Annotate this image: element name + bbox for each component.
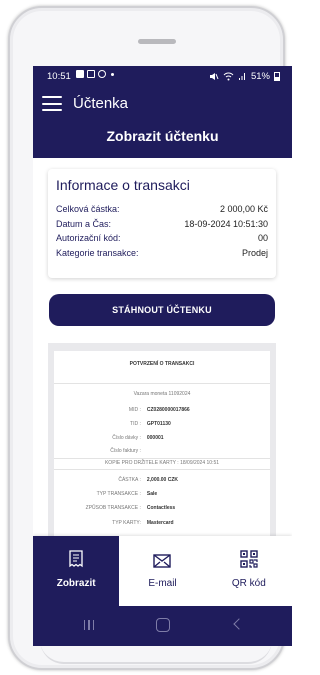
nav-view-label: Zobrazit xyxy=(56,578,96,589)
checkbox-notification-icon xyxy=(87,70,95,78)
status-bar: 10:51 51% xyxy=(33,66,292,88)
receipt-value: 2,000.00 CZK xyxy=(146,477,179,483)
info-value: 18-09-2024 10:51:30 xyxy=(184,218,268,229)
nav-email-label: E-mail xyxy=(148,578,177,589)
receipt-row-mid: MID : CZ0280000017866 xyxy=(54,407,270,413)
phone-frame: 10:51 51% Účtenka Zobrazit účtenku Infor… xyxy=(8,6,292,670)
battery-percent: 51% xyxy=(250,71,270,82)
download-receipt-button[interactable]: STÁHNOUT ÚČTENKU xyxy=(49,294,275,326)
nav-qr-label: QR kód xyxy=(231,578,266,589)
receipt-value: Contactless xyxy=(146,505,176,511)
receipt-key: MID : xyxy=(128,407,141,413)
info-value: 00 xyxy=(257,233,268,243)
receipt-copy-line: KOPIE PRO DRŽITELE KARTY : 18/09/2024 10… xyxy=(104,460,220,466)
nav-email[interactable]: E-mail xyxy=(119,536,205,606)
receipt-title: POTVRZENÍ O TRANSAKCI xyxy=(129,361,195,367)
nav-view-receipt[interactable]: Zobrazit xyxy=(33,536,120,606)
info-row-amount: Celková částka: 2 000,00 Kč xyxy=(56,202,268,217)
receipt-row-invoice: Číslo faktury : xyxy=(54,448,270,454)
transaction-info-card: Informace o transakci Celková částka: 2 … xyxy=(48,169,276,278)
info-label: Celková částka: xyxy=(56,204,120,214)
qr-code-icon xyxy=(240,550,258,568)
wifi-icon xyxy=(223,72,234,81)
screen-title: Zobrazit účtenku xyxy=(106,128,219,144)
receipt-divider xyxy=(54,383,270,384)
receipt-row-card: TYP KARTY: Mastercard xyxy=(54,520,270,526)
app-screen: 10:51 51% Účtenka Zobrazit účtenku Infor… xyxy=(33,66,292,646)
receipt-divider xyxy=(54,469,270,470)
battery-icon xyxy=(274,72,280,81)
hamburger-menu-icon[interactable] xyxy=(42,96,62,111)
receipt-software: Vazara moneta 11092024 xyxy=(133,391,191,397)
receipt-key: TID : xyxy=(130,421,141,427)
more-notifications-icon xyxy=(111,72,114,76)
system-navigation-bar xyxy=(33,606,292,646)
status-time: 10:51 xyxy=(47,71,71,82)
notification-icons xyxy=(76,70,114,78)
transaction-info-title: Informace o transakci xyxy=(56,177,190,193)
app-header: 10:51 51% Účtenka Zobrazit účtenku xyxy=(33,66,292,158)
info-row-datetime: Datum a Čas: 18-09-2024 10:51:30 xyxy=(56,217,268,232)
phone-speaker xyxy=(138,39,176,44)
back-icon[interactable] xyxy=(229,617,249,633)
receipt-row-type: TYP TRANSAKCE : Sale xyxy=(54,491,270,497)
system-status: 51% xyxy=(209,71,280,82)
info-value: Prodej xyxy=(241,247,268,258)
info-label: Kategorie transakce: xyxy=(56,247,139,258)
envelope-icon xyxy=(153,554,172,568)
receipt-divider xyxy=(54,458,270,459)
app-title: Účtenka xyxy=(73,95,129,112)
receipt-value: CZ0280000017866 xyxy=(146,407,190,413)
gallery-notification-icon xyxy=(76,70,84,78)
receipt-key: ČÁSTKA : xyxy=(118,477,141,483)
receipt-key: Číslo dávky : xyxy=(112,435,141,441)
receipt-key: ZPŮSOB TRANSAKCE : xyxy=(85,505,141,511)
receipt-key: TYP KARTY: xyxy=(112,520,141,526)
info-label: Datum a Čas: xyxy=(56,218,112,229)
receipt-row-amount: ČÁSTKA : 2,000.00 CZK xyxy=(54,477,270,483)
mute-icon xyxy=(209,73,219,80)
nav-qr-code[interactable]: QR kód xyxy=(206,536,292,606)
info-row-category: Kategorie transakce: Prodej xyxy=(56,246,268,261)
receipt-icon xyxy=(69,550,83,568)
info-value: 2 000,00 Kč xyxy=(219,204,268,214)
receipt-row-method: ZPŮSOB TRANSAKCE : Contactless xyxy=(54,505,270,511)
receipt-value: 000001 xyxy=(146,435,164,441)
receipt-value: Mastercard xyxy=(146,520,174,526)
app-notification-icon xyxy=(98,70,106,78)
signal-icon xyxy=(238,73,245,80)
receipt-row-tid: TID : GPT01130 xyxy=(54,421,270,427)
recent-apps-icon[interactable] xyxy=(79,617,99,633)
receipt-row-doc: Číslo dávky : 000001 xyxy=(54,435,270,441)
receipt-value: GPT01130 xyxy=(146,421,171,427)
receipt-key: TYP TRANSAKCE : xyxy=(96,491,141,497)
receipt-key: Číslo faktury : xyxy=(110,448,141,454)
bottom-navigation: Zobrazit E-mail QR kód xyxy=(33,536,292,606)
info-label: Autorizační kód: xyxy=(56,233,121,243)
home-icon[interactable] xyxy=(153,617,173,633)
receipt-value: Sale xyxy=(146,491,158,497)
info-row-auth-code: Autorizační kód: 00 xyxy=(56,231,268,246)
